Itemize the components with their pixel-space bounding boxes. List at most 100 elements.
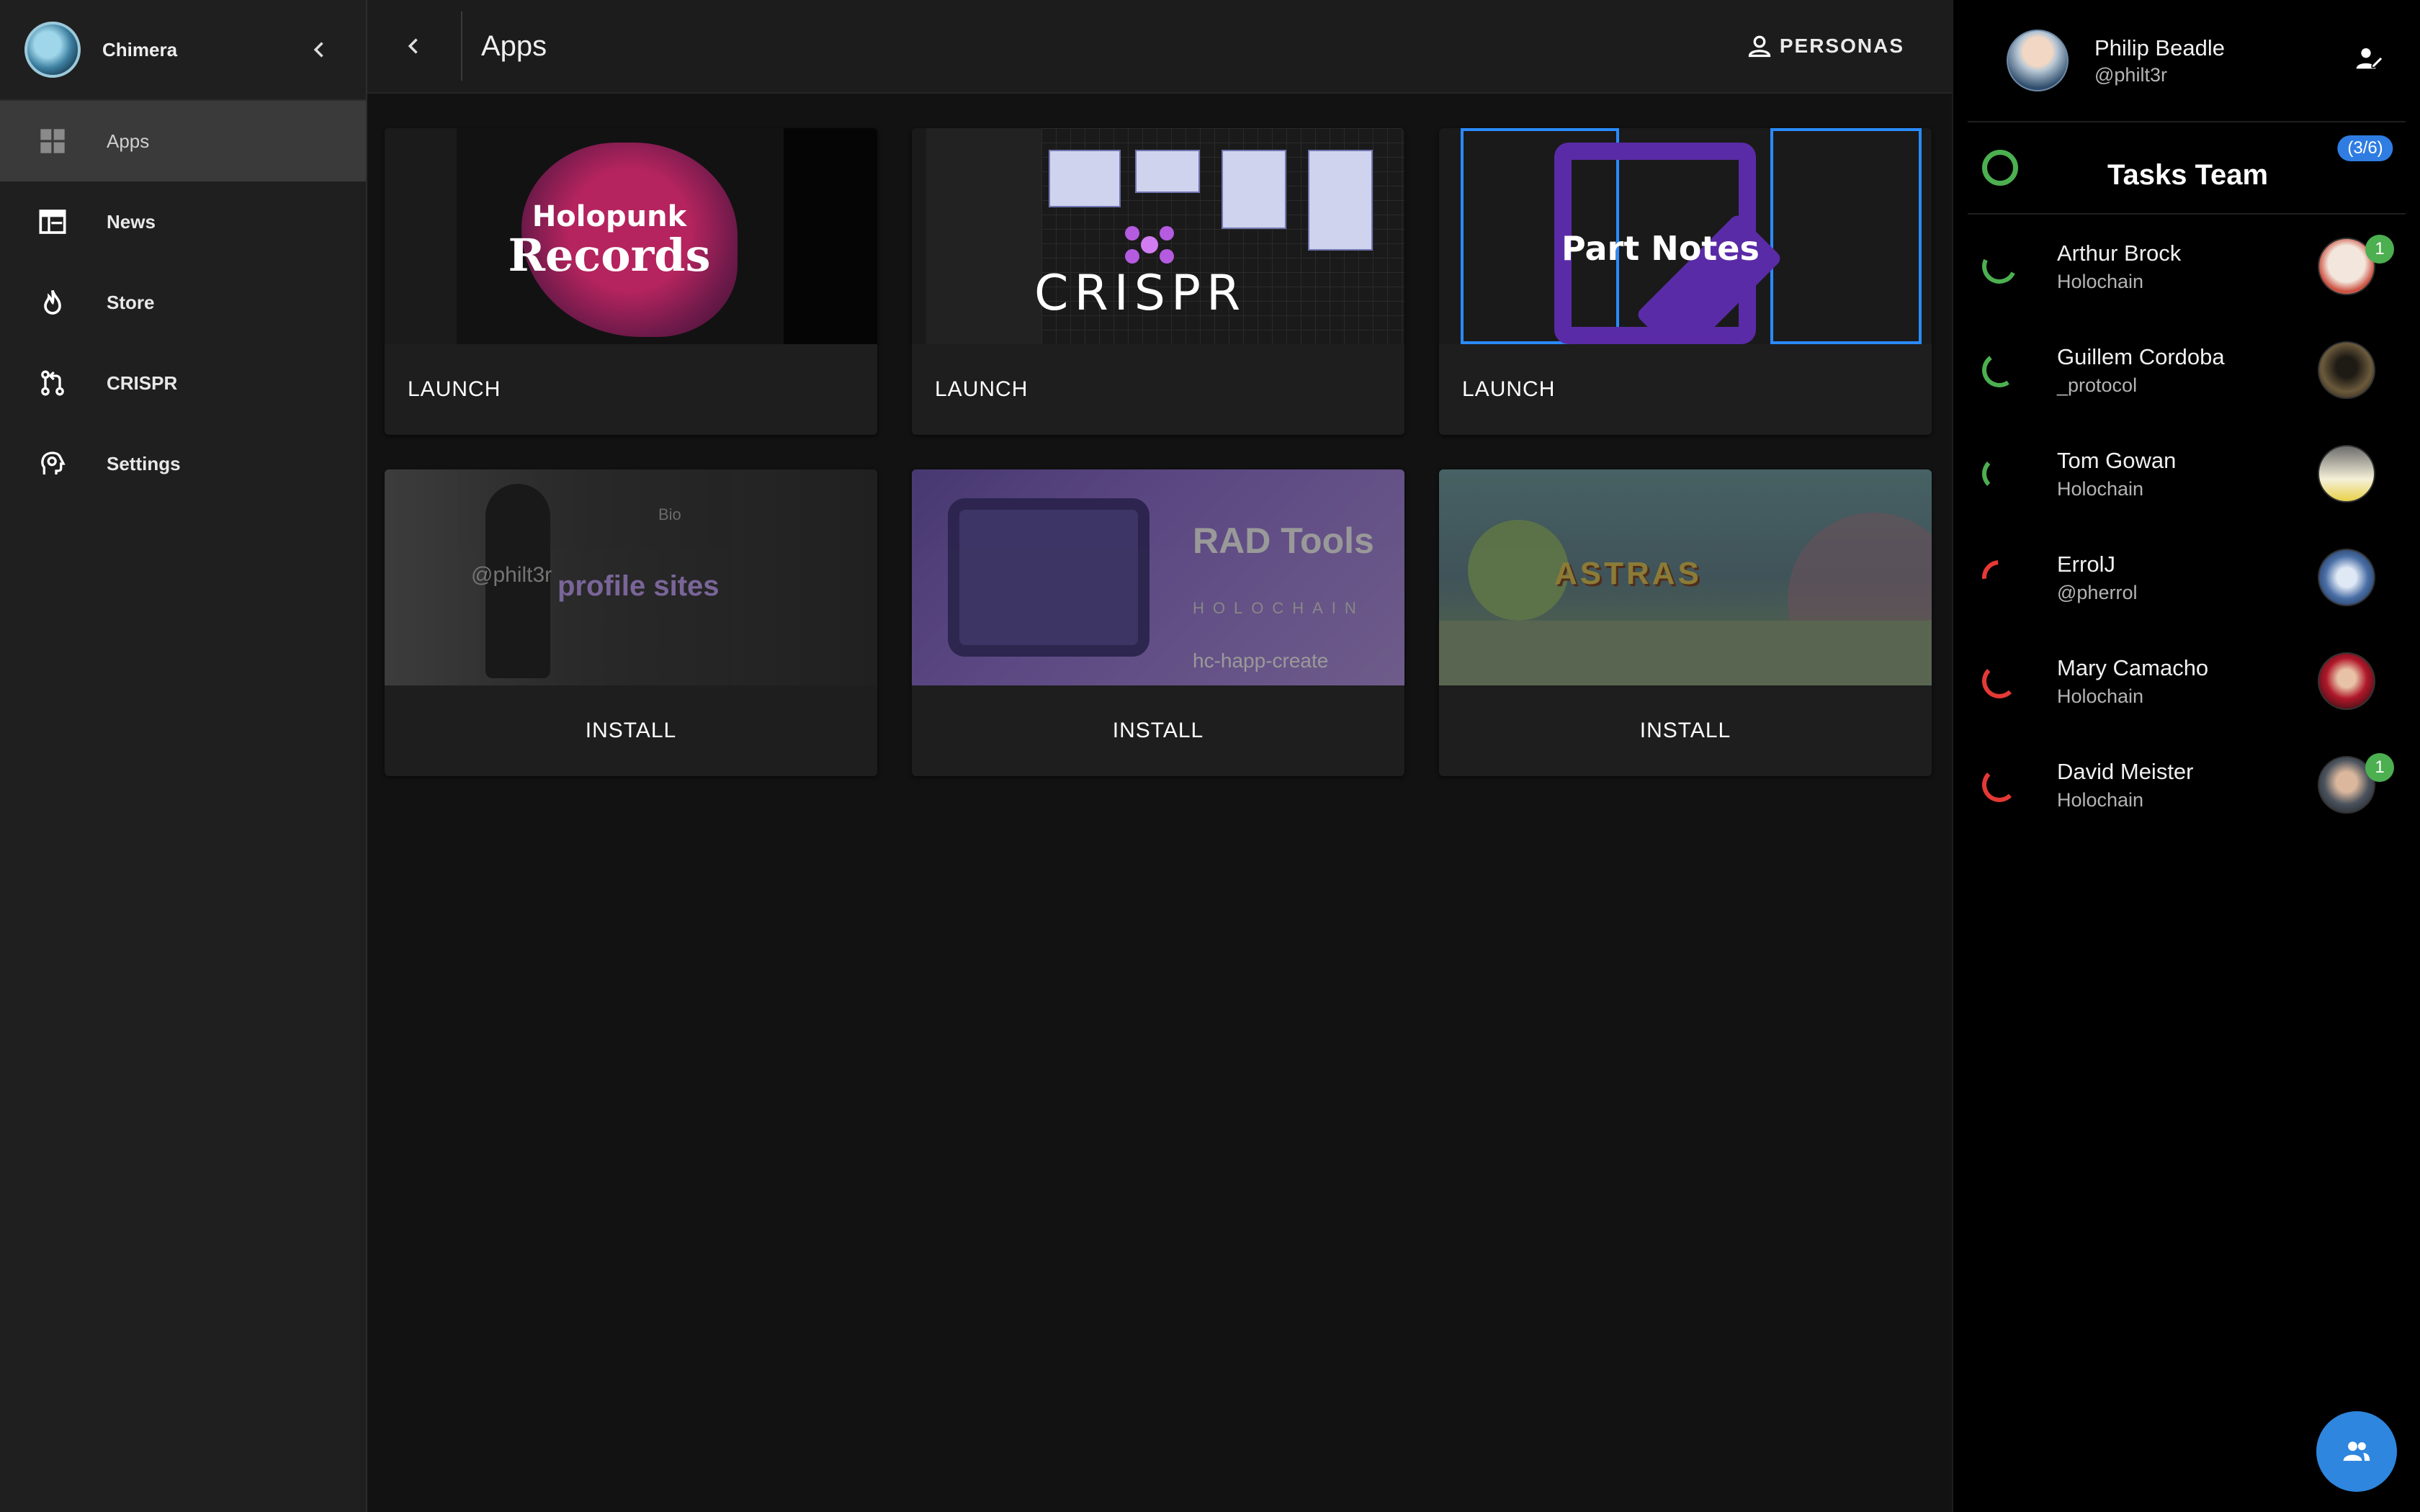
app-name: Chimera — [102, 38, 178, 60]
app-thumbnail: RAD Tools HOLOCHAIN hc-happ-create — [912, 469, 1404, 685]
thumb-title: CRISPR — [1034, 265, 1247, 322]
unread-badge: 1 — [2365, 753, 2394, 782]
app-card-profile-sites: Bio @philt3r profile sites INSTALL — [385, 469, 877, 776]
current-user: Philip Beadle @philt3r — [1968, 0, 2406, 122]
app-thumbnail: ASTRAS — [1439, 469, 1932, 685]
apps-grid: Holopunk Records LAUNCH CRISPR LAUNCH Pa… — [385, 128, 1935, 776]
app-card-part-notes: Part Notes LAUNCH — [1439, 128, 1932, 435]
team-panel: Philip Beadle @philt3r Tasks Team (3/6) … — [1952, 0, 2420, 1512]
launch-button[interactable]: LAUNCH — [912, 344, 1404, 435]
sidebar-item-crispr[interactable]: CRISPR — [0, 343, 366, 423]
team-member[interactable]: Arthur Brock Holochain 1 — [1953, 215, 2420, 318]
thumb-title: profile sites — [557, 570, 720, 602]
thumb-bio: Bio — [658, 505, 681, 523]
app-card-crispr: CRISPR LAUNCH — [912, 128, 1404, 435]
thumb-title: ASTRAS — [1554, 556, 1702, 591]
team-name: Tasks Team — [2107, 158, 2269, 191]
avatar — [2318, 445, 2375, 503]
launch-button[interactable]: LAUNCH — [385, 344, 877, 435]
main-content: Apps PERSONAS Holopunk Records LAUNCH CR… — [367, 0, 1952, 1512]
team-member[interactable]: Guillem Cordoba _protocol — [1953, 318, 2420, 422]
install-button[interactable]: INSTALL — [385, 685, 877, 776]
sidebar-item-apps[interactable]: Apps — [0, 101, 366, 181]
sidebar: Chimera Apps News Store CRISPR Settings — [0, 0, 367, 1512]
user-name: Philip Beadle — [2094, 35, 2225, 60]
news-icon — [37, 207, 68, 237]
app-card-astras: ASTRAS INSTALL — [1439, 469, 1932, 776]
user-handle: @philt3r — [2094, 63, 2167, 86]
pull-request-icon — [37, 368, 68, 398]
install-button[interactable]: INSTALL — [912, 685, 1404, 776]
edit-person-icon — [2356, 48, 2384, 68]
member-subtitle: Holochain — [2057, 477, 2144, 500]
team-member[interactable]: Tom Gowan Holochain — [1953, 422, 2420, 526]
app-thumbnail: Part Notes — [1439, 128, 1932, 344]
sidebar-item-store[interactable]: Store — [0, 262, 366, 343]
status-spinner — [1977, 244, 2022, 289]
member-subtitle: _protocol — [2057, 374, 2138, 396]
avatar — [2318, 341, 2375, 399]
sidebar-item-label: News — [107, 210, 156, 233]
team-member[interactable]: ErrolJ @pherrol — [1953, 526, 2420, 629]
member-name: Arthur Brock — [2057, 240, 2182, 266]
sidebar-item-label: Settings — [107, 452, 181, 474]
status-spinner — [1982, 664, 2017, 698]
app-thumbnail: Holopunk Records — [385, 128, 877, 344]
chevron-left-icon — [313, 42, 323, 58]
team-member[interactable]: Mary Camacho Holochain — [1953, 629, 2420, 733]
member-subtitle: Holochain — [2057, 685, 2144, 707]
member-name: David Meister — [2057, 758, 2194, 784]
top-bar: Apps PERSONAS — [367, 0, 1952, 94]
status-spinner — [1982, 456, 2017, 491]
settings-head-icon — [37, 449, 68, 479]
personas-label: PERSONAS — [1779, 35, 1904, 57]
member-name: Tom Gowan — [2057, 447, 2177, 473]
fire-icon — [37, 287, 68, 318]
molecule-icon — [1125, 226, 1174, 264]
divider — [461, 12, 462, 81]
thumb-caption: hc-happ-create — [1193, 649, 1329, 672]
back-button[interactable] — [367, 0, 461, 93]
unread-badge: 1 — [2365, 235, 2394, 264]
team-member[interactable]: David Meister Holochain 1 — [1953, 733, 2420, 837]
member-name: Mary Camacho — [2057, 654, 2209, 680]
member-subtitle: Holochain — [2057, 788, 2144, 811]
sidebar-item-news[interactable]: News — [0, 181, 366, 262]
people-fab-button[interactable] — [2316, 1411, 2397, 1492]
thumb-subtitle: HOLOCHAIN — [1193, 599, 1365, 617]
launch-button[interactable]: LAUNCH — [1439, 344, 1932, 435]
sidebar-item-label: Store — [107, 291, 155, 313]
chimera-logo — [24, 22, 81, 78]
people-icon — [2343, 1441, 2370, 1461]
member-subtitle: @pherrol — [2057, 581, 2138, 603]
install-button[interactable]: INSTALL — [1439, 685, 1932, 776]
collapse-sidebar-button[interactable] — [298, 28, 341, 71]
page-title: Apps — [481, 30, 547, 62]
member-subtitle: Holochain — [2057, 270, 2144, 292]
chevron-left-icon — [408, 38, 418, 54]
status-spinner — [1982, 768, 2017, 802]
app-thumbnail: Bio @philt3r profile sites — [385, 469, 877, 685]
personas-button[interactable]: PERSONAS — [1747, 33, 1904, 59]
thumb-title: RAD Tools — [1193, 521, 1374, 561]
app-card-rad-tools: RAD Tools HOLOCHAIN hc-happ-create INSTA… — [912, 469, 1404, 776]
online-count-badge: (3/6) — [2337, 135, 2393, 161]
member-name: Guillem Cordoba — [2057, 343, 2225, 369]
thumb-title: Records — [508, 229, 711, 282]
status-spinner — [1975, 553, 2024, 602]
sidebar-item-label: CRISPR — [107, 372, 178, 394]
avatar[interactable] — [2007, 30, 2069, 91]
team-header[interactable]: Tasks Team (3/6) — [1968, 122, 2406, 215]
sidebar-item-label: Apps — [107, 130, 150, 152]
apps-grid-icon — [37, 126, 68, 156]
avatar — [2318, 652, 2375, 710]
app-thumbnail: CRISPR — [912, 128, 1404, 344]
app-card-holopunk: Holopunk Records LAUNCH — [385, 128, 877, 435]
thumb-handle: @philt3r — [471, 563, 552, 587]
brand-header: Chimera — [0, 0, 366, 101]
person-icon — [1748, 35, 1770, 58]
avatar — [2318, 549, 2375, 606]
sidebar-item-settings[interactable]: Settings — [0, 423, 366, 504]
thumb-title: Part Notes — [1561, 229, 1760, 268]
edit-profile-button[interactable] — [2355, 45, 2384, 77]
